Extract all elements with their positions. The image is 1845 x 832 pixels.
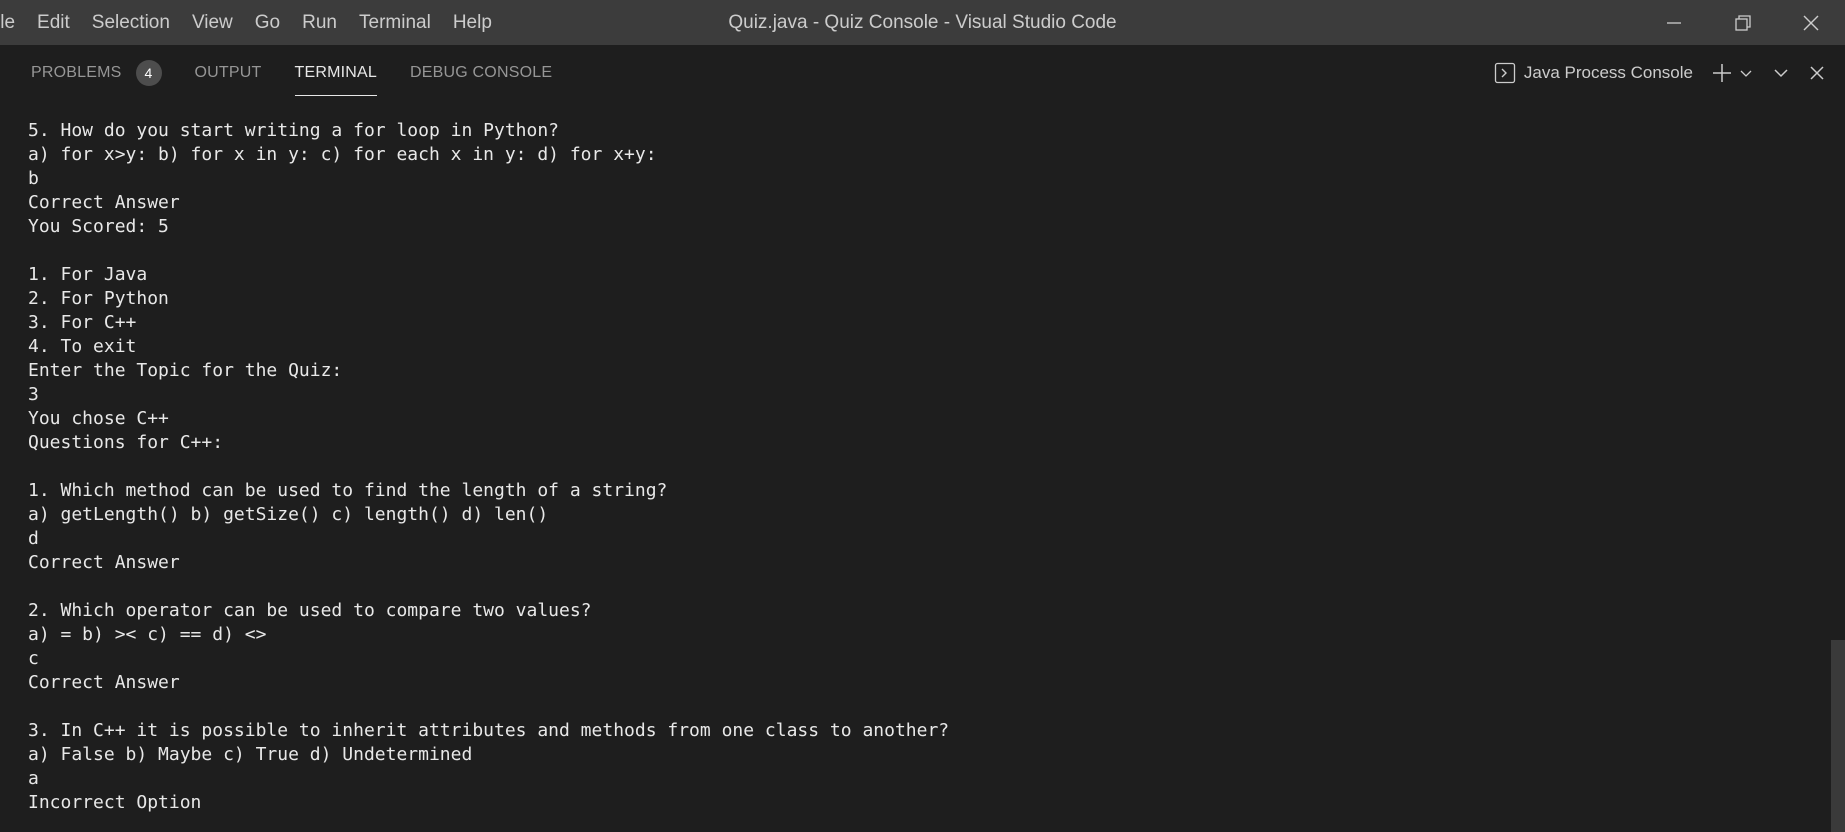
- terminal-line: b: [28, 168, 39, 189]
- problems-count-badge: 4: [135, 59, 162, 86]
- panel-tabs: PROBLEMS 4 OUTPUT TERMINAL DEBUG CONSOLE: [31, 45, 585, 100]
- menu-help[interactable]: Help: [442, 0, 503, 45]
- chevron-down-icon: [1740, 70, 1752, 77]
- terminal-line: a) for x>y: b) for x in y: c) for each x…: [28, 144, 657, 165]
- tab-problems-label: PROBLEMS: [31, 63, 122, 81]
- terminal-output[interactable]: 5. How do you start writing a for loop i…: [28, 119, 1808, 832]
- tab-terminal[interactable]: TERMINAL: [294, 45, 378, 100]
- menu-selection[interactable]: Selection: [81, 0, 181, 45]
- tab-output-label: OUTPUT: [194, 63, 262, 81]
- new-terminal-button[interactable]: [1709, 55, 1735, 91]
- menu-go[interactable]: Go: [244, 0, 291, 45]
- terminal-line: Questions for C++:: [28, 432, 224, 453]
- terminal-dropdown-button[interactable]: [1735, 55, 1757, 91]
- terminal-line: Enter the Topic for the Quiz:: [28, 360, 343, 381]
- terminal-selector[interactable]: Java Process Console: [1494, 62, 1693, 84]
- terminal-line: c: [28, 648, 39, 669]
- scrollbar-thumb[interactable]: [1831, 640, 1845, 832]
- menu-bar: ile Edit Selection View Go Run Terminal …: [0, 0, 503, 45]
- minimize-button[interactable]: [1640, 0, 1708, 45]
- close-window-button[interactable]: [1777, 0, 1845, 45]
- minimize-icon: [1667, 21, 1681, 24]
- menu-terminal[interactable]: Terminal: [348, 0, 442, 45]
- terminal-line: 2. For Python: [28, 288, 169, 309]
- terminal-line: You chose C++: [28, 408, 169, 429]
- terminal-line: 1. For Java: [28, 264, 148, 285]
- collapse-panel-button[interactable]: [1763, 55, 1799, 91]
- chevron-down-icon: [1774, 68, 1788, 77]
- menu-file[interactable]: ile: [0, 0, 26, 45]
- terminal-line: a) getLength() b) getSize() c) length() …: [28, 504, 549, 525]
- restore-button[interactable]: [1709, 0, 1777, 45]
- terminal-line: a) = b) >< c) == d) <>: [28, 624, 267, 645]
- title-bar: ile Edit Selection View Go Run Terminal …: [0, 0, 1845, 45]
- menu-edit[interactable]: Edit: [26, 0, 81, 45]
- terminal-line: You Scored: 5: [28, 216, 169, 237]
- terminal-scrollbar[interactable]: [1831, 100, 1845, 832]
- terminal-line: Correct Answer: [28, 672, 180, 693]
- terminal-line: a: [28, 768, 39, 789]
- terminal-line: Incorrect Option: [28, 792, 202, 813]
- tab-problems[interactable]: PROBLEMS 4: [31, 45, 162, 100]
- terminal-line: 3. In C++ it is possible to inherit attr…: [28, 720, 950, 741]
- tab-output[interactable]: OUTPUT: [195, 45, 262, 100]
- tab-terminal-label: TERMINAL: [294, 63, 377, 81]
- terminal-line: a) False b) Maybe c) True d) Undetermine…: [28, 744, 473, 765]
- terminal-line: 4. To exit: [28, 336, 137, 357]
- terminal-line: Correct Answer: [28, 552, 180, 573]
- panel-header: PROBLEMS 4 OUTPUT TERMINAL DEBUG CONSOLE…: [0, 45, 1845, 100]
- close-panel-button[interactable]: [1799, 55, 1835, 91]
- terminal-line: d: [28, 528, 39, 549]
- terminal-line: Correct Answer: [28, 192, 180, 213]
- terminal-icon: [1494, 62, 1516, 84]
- terminal-line: 5. How do you start writing a for loop i…: [28, 120, 560, 141]
- menu-view[interactable]: View: [181, 0, 244, 45]
- plus-icon: [1713, 63, 1731, 82]
- panel-actions: Java Process Console: [1494, 45, 1845, 100]
- terminal-line: 3: [28, 384, 39, 405]
- tab-debug-console-label: DEBUG CONSOLE: [410, 63, 553, 81]
- tab-debug-console[interactable]: DEBUG CONSOLE: [410, 45, 552, 100]
- close-icon: [1803, 15, 1819, 30]
- terminal-selector-label: Java Process Console: [1523, 62, 1693, 82]
- terminal-line: 2. Which operator can be used to compare…: [28, 600, 592, 621]
- terminal-line: 3. For C++: [28, 312, 137, 333]
- terminal-line: 1. Which method can be used to find the …: [28, 480, 668, 501]
- close-icon: [1810, 65, 1824, 80]
- restore-icon: [1735, 14, 1751, 31]
- menu-run[interactable]: Run: [291, 0, 348, 45]
